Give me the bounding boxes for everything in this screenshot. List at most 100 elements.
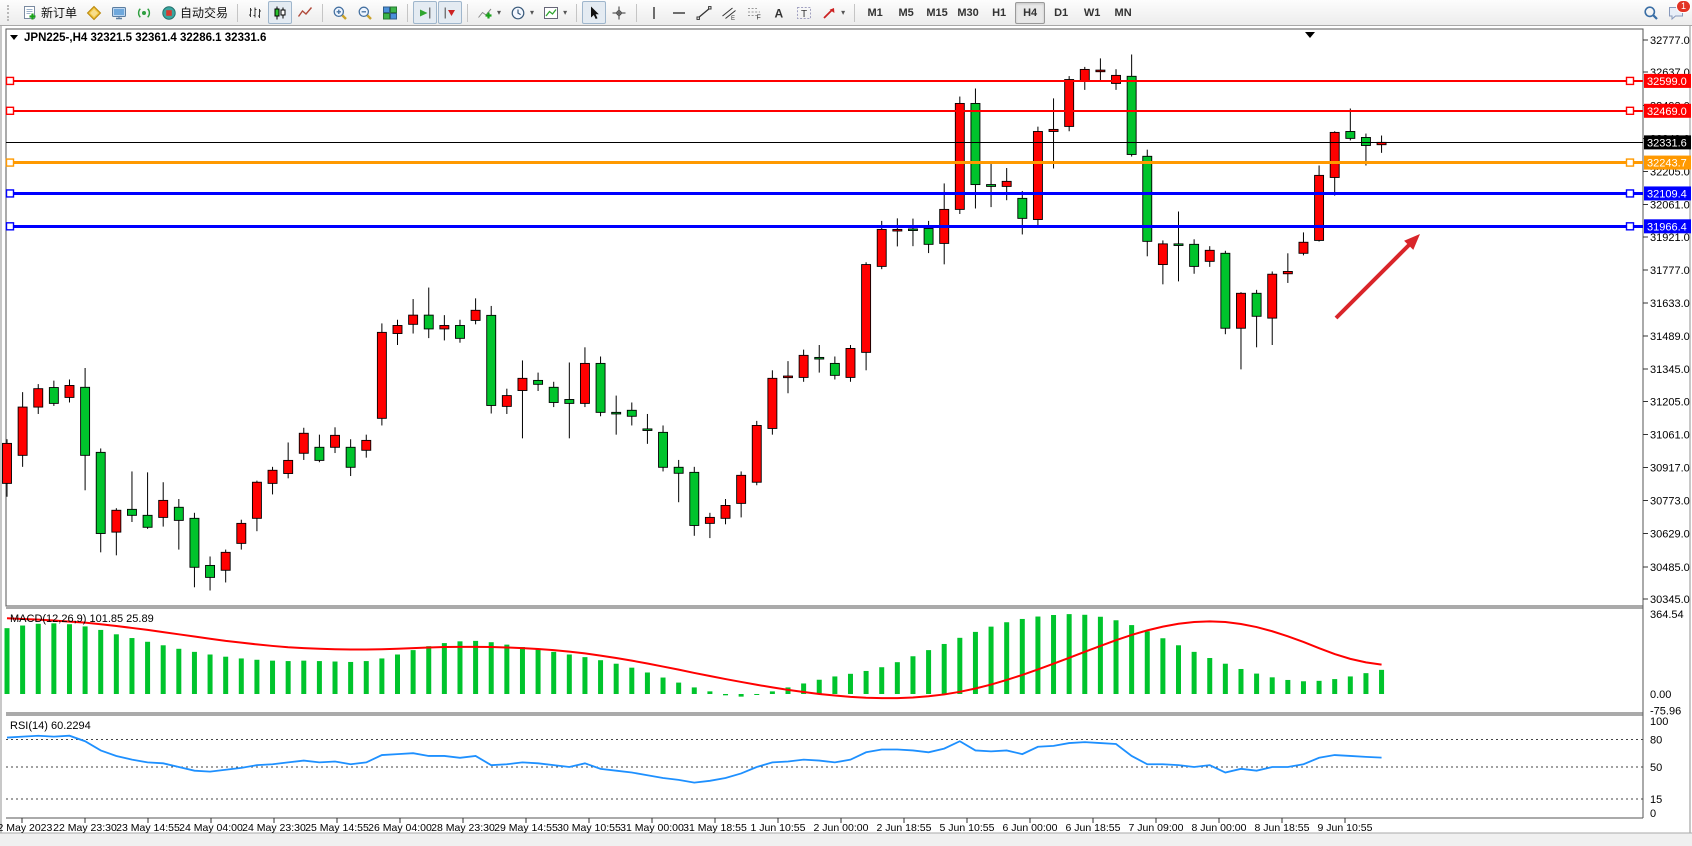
macd-bar bbox=[707, 691, 712, 694]
search-button[interactable] bbox=[1639, 1, 1663, 24]
bear-candle bbox=[49, 388, 58, 404]
macd-bar bbox=[426, 646, 431, 694]
bear-candle bbox=[206, 565, 215, 577]
bear-candle bbox=[127, 509, 136, 515]
date-tick-label: 28 May 23:30 bbox=[431, 822, 495, 834]
bar-chart-button[interactable] bbox=[243, 1, 267, 24]
macd-bar bbox=[629, 668, 634, 694]
line-handle[interactable] bbox=[7, 107, 14, 114]
macd-bar bbox=[161, 645, 166, 694]
price-tick-label: 30773.0 bbox=[1650, 496, 1690, 508]
macd-bar bbox=[83, 626, 88, 694]
autotrading-button[interactable]: 自动交易 bbox=[157, 1, 232, 24]
macd-bar bbox=[504, 645, 509, 694]
line-handle[interactable] bbox=[7, 159, 14, 166]
timeframe-m5-button[interactable]: M5 bbox=[891, 2, 921, 24]
line-handle[interactable] bbox=[1627, 107, 1634, 114]
bear-candle bbox=[971, 103, 980, 184]
text-button[interactable]: A bbox=[767, 1, 791, 24]
bull-candle bbox=[1205, 250, 1214, 261]
macd-bar bbox=[1270, 677, 1275, 694]
bear-candle bbox=[627, 410, 636, 416]
date-tick-label: 9 Jun 10:55 bbox=[1318, 822, 1373, 834]
bull-candle bbox=[34, 389, 43, 407]
templates-button[interactable]: ▾ bbox=[539, 1, 571, 24]
auto-scroll-button[interactable] bbox=[413, 1, 437, 24]
bull-candle bbox=[237, 523, 246, 543]
line-handle[interactable] bbox=[1627, 77, 1634, 84]
price-chart[interactable]: 32777.032637.032493.032349.032205.032061… bbox=[0, 26, 1692, 841]
terminal-button[interactable] bbox=[107, 1, 131, 24]
zoom-in-button[interactable] bbox=[328, 1, 352, 24]
timeframe-h1-button[interactable]: H1 bbox=[984, 2, 1014, 24]
timeframe-m15-button[interactable]: M15 bbox=[922, 2, 952, 24]
bear-candle bbox=[315, 447, 324, 460]
bull-candle bbox=[1330, 132, 1339, 177]
horizontal-line-button[interactable] bbox=[667, 1, 691, 24]
cursor-button[interactable] bbox=[582, 1, 606, 24]
macd-bar bbox=[98, 630, 103, 694]
fibonacci-button[interactable]: F bbox=[742, 1, 766, 24]
chart-shift-button[interactable] bbox=[438, 1, 462, 24]
timeframe-w1-button[interactable]: W1 bbox=[1077, 2, 1107, 24]
tile-windows-button[interactable] bbox=[378, 1, 402, 24]
channel-button[interactable]: E bbox=[717, 1, 741, 24]
chevron-down-icon: ▾ bbox=[841, 8, 845, 17]
line-handle[interactable] bbox=[7, 223, 14, 230]
macd-bar bbox=[1301, 681, 1306, 694]
indicators-icon bbox=[477, 5, 493, 21]
bull-candle bbox=[159, 500, 168, 517]
date-tick-label: 31 May 18:55 bbox=[683, 822, 747, 834]
vertical-line-button[interactable] bbox=[642, 1, 666, 24]
arrows-button[interactable]: ▾ bbox=[817, 1, 849, 24]
macd-bar bbox=[1098, 617, 1103, 694]
timeframe-d1-button[interactable]: D1 bbox=[1046, 2, 1076, 24]
timeframe-m1-button[interactable]: M1 bbox=[860, 2, 890, 24]
macd-bar bbox=[473, 641, 478, 694]
macd-bar bbox=[51, 623, 56, 694]
periods-button[interactable]: ▾ bbox=[506, 1, 538, 24]
bull-candle bbox=[877, 229, 886, 266]
bull-candle bbox=[1158, 244, 1167, 265]
bear-candle bbox=[1174, 244, 1183, 246]
bull-candle bbox=[284, 460, 293, 473]
timeframe-h4-button[interactable]: H4 bbox=[1015, 2, 1045, 24]
text-label-button[interactable]: T bbox=[792, 1, 816, 24]
date-tick-label: 22 May 23:30 bbox=[53, 822, 117, 834]
candlestick-chart-button[interactable] bbox=[268, 1, 292, 24]
notifications-button[interactable]: 1 bbox=[1664, 1, 1688, 24]
zoom-out-icon bbox=[357, 5, 373, 21]
macd-bar bbox=[1035, 617, 1040, 694]
line-handle[interactable] bbox=[1627, 190, 1634, 197]
zoom-out-button[interactable] bbox=[353, 1, 377, 24]
metaeditor-button[interactable] bbox=[82, 1, 106, 24]
bull-candle bbox=[252, 482, 261, 518]
timeframe-mn-button[interactable]: MN bbox=[1108, 2, 1138, 24]
bull-candle bbox=[331, 435, 340, 447]
line-chart-button[interactable] bbox=[293, 1, 317, 24]
trendline-button[interactable] bbox=[692, 1, 716, 24]
indicators-button[interactable]: ▾ bbox=[473, 1, 505, 24]
bull-candle bbox=[580, 363, 589, 403]
toolbar-separator bbox=[322, 4, 323, 22]
chart-window[interactable]: 32777.032637.032493.032349.032205.032061… bbox=[0, 26, 1692, 841]
date-tick-label: 24 May 23:30 bbox=[242, 822, 306, 834]
new-order-button-label: 新订单 bbox=[41, 4, 77, 21]
line-handle[interactable] bbox=[1627, 159, 1634, 166]
macd-bar bbox=[910, 656, 915, 694]
new-order-button[interactable]: 新订单 bbox=[18, 1, 81, 24]
macd-axis-label: 364.54 bbox=[1650, 609, 1684, 621]
timeframe-m30-button[interactable]: M30 bbox=[953, 2, 983, 24]
macd-bar bbox=[1051, 615, 1056, 694]
line-handle[interactable] bbox=[7, 190, 14, 197]
line-handle[interactable] bbox=[1627, 223, 1634, 230]
bear-candle bbox=[549, 387, 558, 402]
svg-text:F: F bbox=[757, 14, 761, 21]
macd-bar bbox=[973, 632, 978, 694]
signals-icon bbox=[136, 5, 152, 21]
signals-button[interactable] bbox=[132, 1, 156, 24]
line-handle[interactable] bbox=[7, 77, 14, 84]
crosshair-button[interactable] bbox=[607, 1, 631, 24]
rsi-axis-label: 80 bbox=[1650, 734, 1662, 746]
bear-candle bbox=[487, 315, 496, 405]
